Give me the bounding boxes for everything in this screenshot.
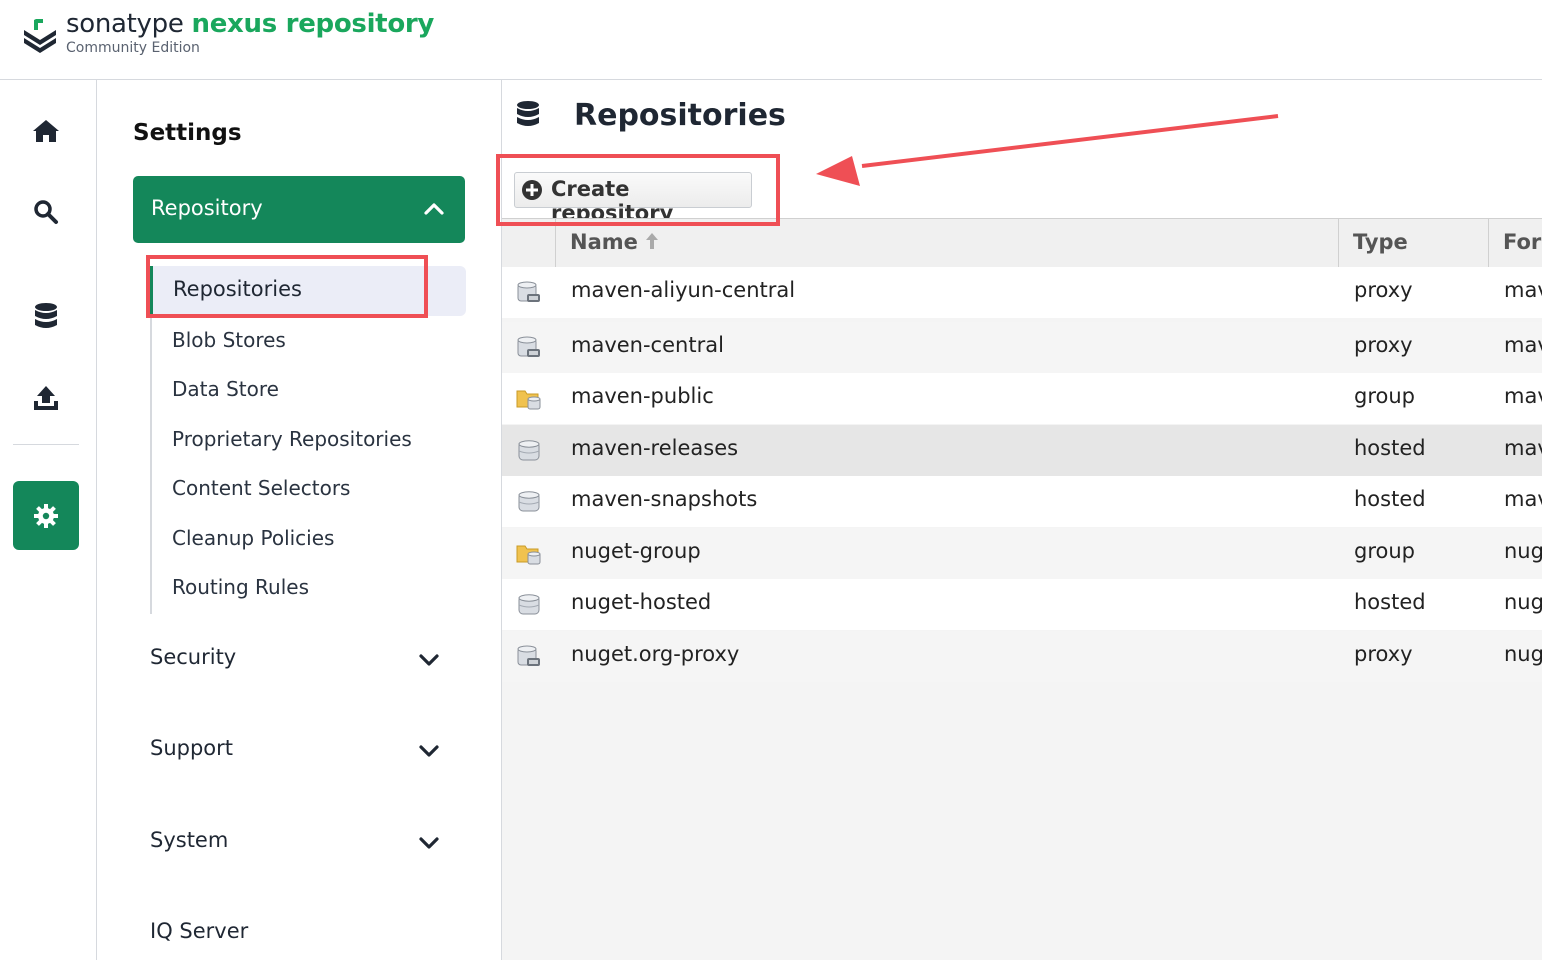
repo-format: mav: [1504, 278, 1542, 302]
repo-name: nuget.org-proxy: [571, 642, 740, 666]
proxy-repo-icon: [516, 281, 542, 309]
table-row[interactable]: maven-aliyun-central proxy mav: [502, 267, 1542, 318]
left-rail: [0, 80, 97, 960]
rail-search-button[interactable]: [13, 179, 79, 245]
chevron-down-icon: [419, 837, 439, 849]
repo-name: maven-public: [571, 384, 714, 408]
search-icon: [34, 200, 58, 224]
section-support[interactable]: Support: [150, 736, 450, 766]
chevron-down-icon: [419, 745, 439, 757]
repo-format: mav: [1504, 487, 1542, 511]
repo-type: proxy: [1354, 278, 1413, 302]
upload-icon: [34, 386, 58, 410]
repo-name: maven-central: [571, 333, 724, 357]
column-header-name-label: Name: [570, 230, 659, 254]
repo-type: group: [1354, 384, 1415, 408]
table-row[interactable]: nuget-group group nug: [502, 528, 1542, 579]
hosted-repo-icon: [516, 490, 542, 518]
repo-format: nug: [1504, 539, 1542, 563]
brand-nexus-repository: nexus repository: [191, 9, 435, 39]
section-iq-server-label: IQ Server: [150, 919, 249, 943]
table-row[interactable]: nuget.org-proxy proxy nug: [502, 631, 1542, 682]
top-bar: sonatype nexus repository Community Edit…: [0, 0, 1542, 80]
brand-sonatype: sonatype: [66, 9, 184, 39]
repo-type: hosted: [1354, 487, 1426, 511]
table-row[interactable]: maven-snapshots hosted mav: [502, 476, 1542, 527]
gear-icon: [34, 503, 58, 528]
annotation-box-create-repository: [496, 154, 780, 226]
section-system-label: System: [150, 828, 229, 852]
table-row[interactable]: maven-releases hosted mav: [502, 425, 1542, 476]
section-security[interactable]: Security: [150, 645, 450, 675]
brand-title: sonatype nexus repository: [66, 9, 434, 39]
column-header-format-label: For: [1503, 230, 1542, 254]
repo-format: nug: [1504, 590, 1542, 614]
rail-browse-button[interactable]: [13, 283, 79, 349]
database-icon: [517, 101, 539, 126]
repo-name: maven-aliyun-central: [571, 278, 796, 302]
section-security-label: Security: [150, 645, 237, 669]
section-repository-label: Repository: [151, 196, 263, 220]
settings-nav: Settings Repository Repositories Blob St…: [97, 80, 502, 960]
repo-format: mav: [1504, 436, 1542, 460]
proxy-repo-icon: [516, 336, 542, 364]
page-title: Repositories: [574, 98, 786, 133]
repo-type: proxy: [1354, 642, 1413, 666]
database-icon: [35, 303, 57, 328]
rail-home-button[interactable]: [13, 98, 79, 164]
rail-upload-button[interactable]: [13, 365, 79, 431]
settings-title: Settings: [133, 120, 242, 146]
edition-label: Community Edition: [66, 40, 200, 56]
section-system[interactable]: System: [150, 828, 450, 858]
table-row[interactable]: nuget-hosted hosted nug: [502, 579, 1542, 630]
column-header-name[interactable]: Name: [555, 219, 1339, 267]
repo-format: nug: [1504, 642, 1542, 666]
sort-ascending-icon: [646, 233, 659, 249]
nav-item-cleanup-policies[interactable]: Cleanup Policies: [172, 526, 334, 550]
table-row[interactable]: maven-central proxy mav: [502, 322, 1542, 373]
table-row[interactable]: maven-public group mav: [502, 373, 1542, 424]
nav-item-proprietary-repositories[interactable]: Proprietary Repositories: [172, 427, 412, 451]
nav-item-blob-stores[interactable]: Blob Stores: [172, 328, 286, 352]
repo-name: maven-releases: [571, 436, 739, 460]
repo-name: nuget-hosted: [571, 590, 712, 614]
nav-item-routing-rules[interactable]: Routing Rules: [172, 575, 309, 599]
rail-settings-button[interactable]: [13, 481, 79, 550]
section-iq-server[interactable]: IQ Server: [150, 919, 450, 949]
column-header-type-label: Type: [1353, 230, 1408, 254]
rail-divider: [13, 444, 79, 445]
column-name-text: Name: [570, 230, 638, 254]
annotation-box-repositories: [146, 255, 428, 318]
repo-type: hosted: [1354, 590, 1426, 614]
repo-format: mav: [1504, 384, 1542, 408]
group-repo-icon: [516, 542, 542, 570]
hosted-repo-icon: [516, 593, 542, 621]
group-repo-icon: [516, 387, 542, 415]
hosted-repo-icon: [516, 439, 542, 467]
repo-format: mav: [1504, 333, 1542, 357]
section-support-label: Support: [150, 736, 234, 760]
section-repository[interactable]: Repository: [133, 176, 465, 243]
repo-type: proxy: [1354, 333, 1413, 357]
column-header-format[interactable]: For: [1488, 219, 1542, 267]
repository-subnav: Repositories Blob Stores Data Store Prop…: [150, 266, 467, 614]
home-icon: [33, 120, 59, 142]
sonatype-logo-icon: [24, 19, 56, 53]
repo-name: maven-snapshots: [571, 487, 758, 511]
repo-name: nuget-group: [571, 539, 701, 563]
repo-type: group: [1354, 539, 1415, 563]
repo-type: hosted: [1354, 436, 1426, 460]
column-header-type[interactable]: Type: [1338, 219, 1489, 267]
nav-item-content-selectors[interactable]: Content Selectors: [172, 476, 350, 500]
chevron-down-icon: [419, 654, 439, 666]
nav-item-data-store[interactable]: Data Store: [172, 377, 279, 401]
chevron-up-icon: [424, 203, 444, 215]
proxy-repo-icon: [516, 645, 542, 673]
